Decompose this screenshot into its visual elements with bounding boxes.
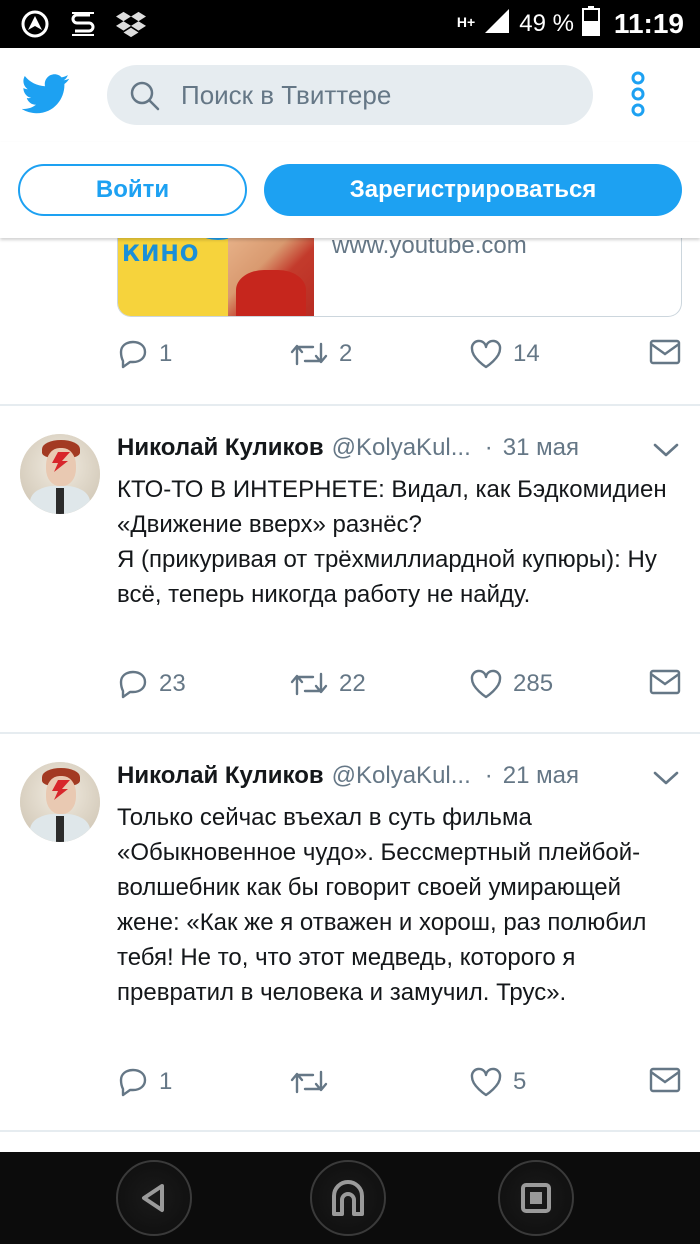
chevron-down-icon[interactable]: [652, 440, 680, 460]
direct-message-button[interactable]: [649, 1066, 681, 1094]
reply-button[interactable]: 1: [117, 1066, 172, 1098]
tweet-actions: 23 22 285: [117, 668, 687, 708]
reply-count: 1: [159, 1068, 173, 1095]
like-count: 5: [513, 1068, 527, 1095]
like-count: 14: [513, 340, 540, 367]
search-box[interactable]: [107, 65, 593, 125]
back-icon: [142, 1184, 164, 1212]
card-thumbnail: КИНО: [118, 238, 314, 316]
home-icon: [332, 1180, 364, 1216]
link-card[interactable]: КИНО www.youtube.com: [117, 238, 682, 317]
tweet-divider: [0, 404, 700, 406]
network-type: H+: [456, 13, 476, 30]
retweet-button[interactable]: [289, 1066, 339, 1098]
card-domain: www.youtube.com: [332, 238, 527, 259]
back-button[interactable]: [116, 1160, 192, 1236]
tweet-text: Только сейчас въехал в суть фильма «Обык…: [117, 804, 647, 1006]
reply-icon: [119, 670, 147, 699]
recent-apps-button[interactable]: [498, 1160, 574, 1236]
recent-apps-icon: [521, 1183, 551, 1213]
more-options-icon[interactable]: [624, 70, 652, 118]
tweet-date[interactable]: 31 мая: [503, 434, 579, 462]
retweet-icon: [290, 672, 328, 696]
reply-count: 23: [159, 670, 186, 697]
direct-message-button[interactable]: [649, 668, 681, 696]
reply-button[interactable]: 23: [117, 668, 186, 700]
heart-icon: [470, 339, 502, 369]
author-name[interactable]: Николай Куликов: [117, 434, 324, 462]
retweet-button[interactable]: 22: [289, 668, 366, 700]
direct-message-button[interactable]: [649, 338, 681, 366]
reply-icon: [119, 1068, 147, 1097]
thumbnail-dress: [236, 270, 306, 316]
twitter-bird-icon[interactable]: [21, 74, 70, 114]
battery-icon: [581, 5, 600, 43]
avatar[interactable]: [20, 762, 100, 842]
clock: 11:19: [613, 8, 684, 39]
card-thumbnail-text: КИНО: [122, 242, 200, 267]
tweet-actions: 1 5: [117, 1066, 687, 1106]
system-nav-bar: [0, 1152, 700, 1244]
avatar-tie: [56, 488, 64, 514]
auth-bar: Войти Зарегистрироваться: [0, 142, 700, 238]
retweet-icon: [290, 342, 328, 366]
heart-icon: [470, 1067, 502, 1097]
retweet-count: 2: [339, 340, 353, 367]
login-button[interactable]: Войти: [18, 164, 247, 216]
reply-button[interactable]: 1: [117, 338, 172, 370]
home-button[interactable]: [310, 1160, 386, 1236]
like-count: 285: [513, 670, 554, 697]
author-handle[interactable]: @KolyaKul...: [332, 762, 471, 790]
envelope-icon: [649, 1067, 681, 1093]
heart-icon: [470, 669, 502, 699]
signal-icon: [483, 7, 511, 42]
reply-icon: [119, 340, 147, 369]
tweet-date[interactable]: 21 мая: [503, 762, 579, 790]
app-header: [0, 48, 700, 142]
tweet-header: Николай Куликов @KolyaKul... · 31 мая: [117, 434, 637, 470]
battery-percent: 49 %: [519, 10, 574, 37]
chevron-down-icon[interactable]: [652, 768, 680, 788]
s-app-icon: [68, 9, 98, 39]
like-button[interactable]: 5: [469, 1066, 526, 1098]
signup-button[interactable]: Зарегистрироваться: [264, 164, 682, 216]
like-button[interactable]: 14: [469, 338, 540, 370]
retweet-button[interactable]: 2: [289, 338, 352, 370]
tweet-divider: [0, 1130, 700, 1132]
thumbnail-photo: [228, 238, 314, 316]
envelope-icon: [649, 339, 681, 365]
header-separator: ·: [484, 434, 493, 461]
envelope-icon: [649, 669, 681, 695]
tweet-divider: [0, 732, 700, 734]
search-input[interactable]: [181, 65, 581, 125]
avatar[interactable]: [20, 434, 100, 514]
tweet-actions: 1 2 14: [117, 338, 687, 378]
status-bar: H+ 49 % 11:19: [0, 0, 700, 48]
navigation-app-icon: [20, 9, 50, 39]
author-name[interactable]: Николай Куликов: [117, 762, 324, 790]
tweet-header: Николай Куликов @KolyaKul... · 21 мая: [117, 762, 637, 798]
reply-count: 1: [159, 340, 173, 367]
author-handle[interactable]: @KolyaKul...: [332, 434, 471, 462]
retweet-icon: [290, 1070, 328, 1094]
timeline: КИНО www.youtube.com 1 2 14 Николай Кули…: [0, 238, 700, 1152]
header-separator: ·: [484, 762, 493, 789]
tweet-text: КТО-ТО В ИНТЕРНЕТЕ: Видал, как Бэдкомиди…: [117, 476, 667, 608]
avatar-tie: [56, 816, 64, 842]
retweet-count: 22: [339, 670, 366, 697]
search-icon: [129, 80, 161, 112]
dropbox-icon: [116, 9, 146, 39]
like-button[interactable]: 285: [469, 668, 553, 700]
